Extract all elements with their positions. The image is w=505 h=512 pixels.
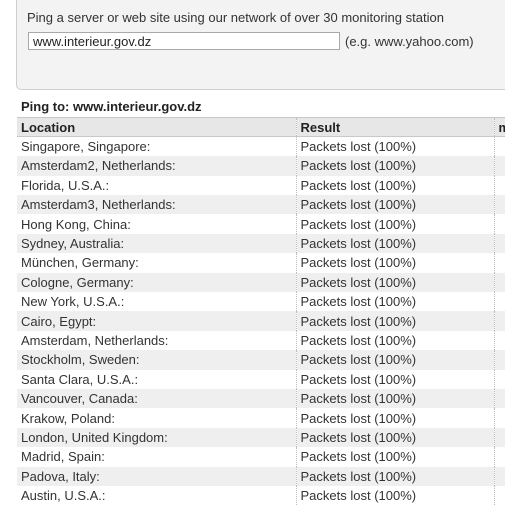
extra-cell (493, 311, 505, 331)
table-row: Padova, Italy: Packets lost (100%) (17, 466, 505, 486)
result-cell: Packets lost (100%) (295, 253, 494, 273)
result-cell: Packets lost (100%) (295, 156, 494, 176)
table-row: Hong Kong, China: Packets lost (100%) (17, 214, 505, 234)
extra-cell (493, 447, 505, 467)
table-row: Singapore, Singapore: Packets lost (100%) (17, 136, 505, 157)
location-cell: Madrid, Spain: (21, 449, 105, 465)
extra-cell (493, 350, 505, 370)
result-cell: Packets lost (100%) (295, 233, 494, 254)
location-cell: Singapore, Singapore: (21, 139, 151, 155)
table-row: Austin, U.S.A.: Packets lost (100%) (17, 485, 505, 506)
extra-cell (493, 214, 505, 234)
extra-cell (493, 195, 505, 215)
result-cell: Packets lost (100%) (295, 175, 494, 196)
result-cell: Packets lost (100%) (295, 369, 494, 389)
result-cell: Packets lost (100%) (295, 485, 494, 506)
result-cell: Packets lost (100%) (295, 466, 494, 486)
table-row: Madrid, Spain: Packets lost (100%) (17, 447, 505, 467)
location-cell: Cairo, Egypt: (17, 311, 296, 331)
result-cell: Packets lost (100%) (295, 330, 494, 351)
extra-cell (493, 175, 505, 196)
table-row: Amsterdam2, Netherlands: Packets lost (10… (17, 156, 505, 176)
location-cell: Padova, Italy: (17, 466, 296, 486)
extra-cell (493, 136, 505, 157)
extra-cell (493, 388, 505, 409)
form-intro-text: Ping a server or web site using our netw… (27, 10, 444, 25)
results-heading: Ping to: www.interieur.gov.dz (21, 99, 202, 114)
table-row: Amsterdam3, Netherlands: Packets lost (10… (17, 195, 505, 215)
extra-cell (493, 292, 505, 312)
column-header-location: Location (17, 116, 296, 138)
extra-cell (493, 330, 505, 351)
table-row: London, United Kingdom: Packets lost (100… (17, 427, 505, 448)
extra-cell (493, 253, 505, 273)
url-input[interactable] (28, 32, 340, 50)
result-cell: Packets lost (100%) (295, 311, 494, 331)
result-cell: Packets lost (100%) (295, 427, 494, 448)
location-cell: Florida, U.S.A.: (21, 177, 110, 193)
result-cell: Packets lost (100%) (295, 136, 494, 157)
result-cell: Packets lost (100%) (295, 350, 494, 370)
extra-cell (493, 233, 505, 254)
example-hint: (e.g. www.yahoo.com) (345, 34, 474, 49)
results-table: Location Result m Singapore, Singapore: P… (17, 116, 505, 506)
location-cell: Santa Clara, U.S.A.: (21, 371, 139, 387)
location-cell: Amsterdam, Netherlands: (21, 332, 169, 348)
page: Ping a server or web site using our netw… (0, 0, 505, 512)
location-cell: Amsterdam3, Netherlands: (17, 195, 296, 215)
location-cell: London, United Kingdom: (17, 427, 296, 448)
table-row: Cologne, Germany: Packets lost (100%) (17, 272, 505, 293)
table-row: Stockholm, Sweden: Packets lost (100%) (17, 350, 505, 370)
result-cell: Packets lost (100%) (295, 408, 494, 428)
table-row: Vancouver, Canada: Packets lost (100%) (17, 388, 505, 409)
location-cell: Sydney, Australia: (17, 233, 296, 254)
table-row: Krakow, Poland: Packets lost (100%) (17, 408, 505, 428)
location-cell: Hong Kong, China: (21, 216, 131, 232)
extra-cell (493, 427, 505, 448)
extra-cell (493, 466, 505, 486)
table-row: Sydney, Australia: Packets lost (100%) (17, 233, 505, 254)
extra-cell (493, 156, 505, 176)
location-cell: New York, U.S.A.: (21, 294, 125, 310)
table-row: Santa Clara, U.S.A.: Packets lost (100%) (17, 369, 505, 389)
location-cell: Amsterdam2, Netherlands: (17, 156, 296, 176)
extra-cell (493, 369, 505, 389)
location-cell: München, Germany: (21, 255, 139, 271)
result-cell: Packets lost (100%) (295, 195, 494, 215)
extra-cell (493, 272, 505, 293)
location-cell: Stockholm, Sweden: (17, 350, 296, 370)
column-header-result: Result (295, 116, 494, 138)
extra-cell (493, 485, 505, 506)
result-cell: Packets lost (100%) (295, 388, 494, 409)
location-cell: Krakow, Poland: (21, 410, 115, 426)
results-table-body: Singapore, Singapore: Packets lost (100%)… (17, 136, 505, 506)
result-cell: Packets lost (100%) (295, 292, 494, 312)
table-row: München, Germany: Packets lost (100%) (17, 253, 505, 273)
table-row: Amsterdam, Netherlands: Packets lost (100… (17, 330, 505, 351)
location-cell: Cologne, Germany: (17, 272, 296, 293)
result-cell: Packets lost (100%) (295, 447, 494, 467)
extra-cell (493, 408, 505, 428)
result-cell: Packets lost (100%) (295, 214, 494, 234)
table-row: New York, U.S.A.: Packets lost (100%) (17, 292, 505, 312)
column-header-extra: m (493, 116, 505, 138)
location-cell: Vancouver, Canada: (17, 388, 296, 409)
table-row: Florida, U.S.A.: Packets lost (100%) (17, 175, 505, 196)
result-cell: Packets lost (100%) (295, 272, 494, 293)
location-cell: Austin, U.S.A.: (21, 488, 106, 504)
table-row: Cairo, Egypt: Packets lost (100%) (17, 311, 505, 331)
table-header-row: Location Result m (17, 116, 505, 138)
